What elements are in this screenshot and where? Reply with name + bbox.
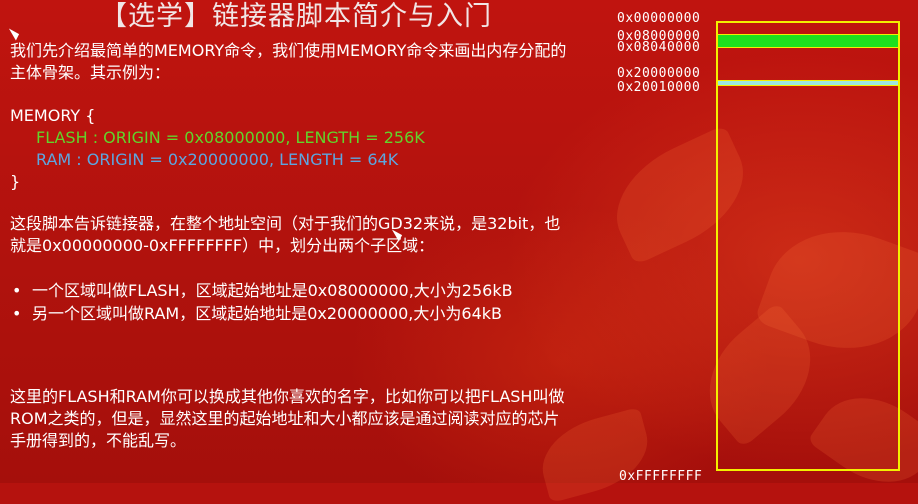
address-label: 0xFFFFFFFF: [619, 469, 703, 484]
bullet-text: 一个区域叫做FLASH，区域起始地址是0x08000000,大小为256kB: [32, 281, 513, 300]
ram-region: [718, 80, 898, 86]
flash-region-edge: [718, 47, 898, 48]
memory-code-block: MEMORY { FLASH : ORIGIN = 0x08000000, LE…: [10, 105, 425, 193]
bullet-icon: •: [12, 304, 22, 323]
list-item: • 一个区域叫做FLASH，区域起始地址是0x08000000,大小为256kB: [10, 280, 570, 302]
description-paragraph: 这段脚本告诉链接器，在整个地址空间（对于我们的GD32来说，是32bit，也就是…: [10, 214, 561, 255]
code-ram-line: RAM : ORIGIN = 0x20000000, LENGTH = 64K: [36, 150, 399, 169]
address-label: 0x20010000: [617, 80, 701, 95]
code-open-line: MEMORY {: [10, 106, 96, 125]
bullet-icon: •: [12, 281, 22, 300]
bullet-text: 另一个区域叫做RAM，区域起始地址是0x20000000,大小为64kB: [32, 304, 502, 323]
intro-paragraph: 我们先介绍最简单的MEMORY命令，我们使用MEMORY命令来画出内存分配的主体…: [10, 41, 567, 82]
list-item: • 另一个区域叫做RAM，区域起始地址是0x20000000,大小为64kB: [10, 303, 570, 325]
flash-region: [718, 35, 898, 47]
address-label: 0x20000000: [617, 66, 701, 81]
code-flash-line: FLASH : ORIGIN = 0x08000000, LENGTH = 25…: [36, 128, 425, 147]
address-label: 0x00000000: [617, 11, 701, 26]
address-label: 0x08040000: [617, 40, 701, 55]
note-paragraph: 这里的FLASH和RAM你可以换成其他你喜欢的名字，比如你可以把FLASH叫做R…: [10, 387, 565, 450]
region-bullet-list: • 一个区域叫做FLASH，区域起始地址是0x08000000,大小为256kB…: [10, 280, 570, 326]
slide-title: 【选学】链接器脚本简介与入门: [100, 1, 492, 32]
code-close-line: }: [10, 172, 21, 191]
memory-map-frame: [716, 21, 900, 471]
